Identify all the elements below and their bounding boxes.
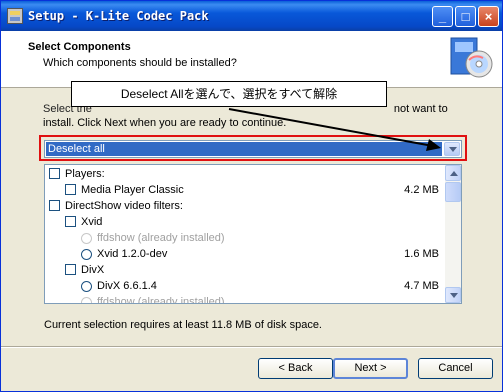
annotation-arrow [228, 108, 441, 151]
setup-window: Setup - K-Lite Codec Pack _ □ × Select C… [0, 0, 503, 392]
